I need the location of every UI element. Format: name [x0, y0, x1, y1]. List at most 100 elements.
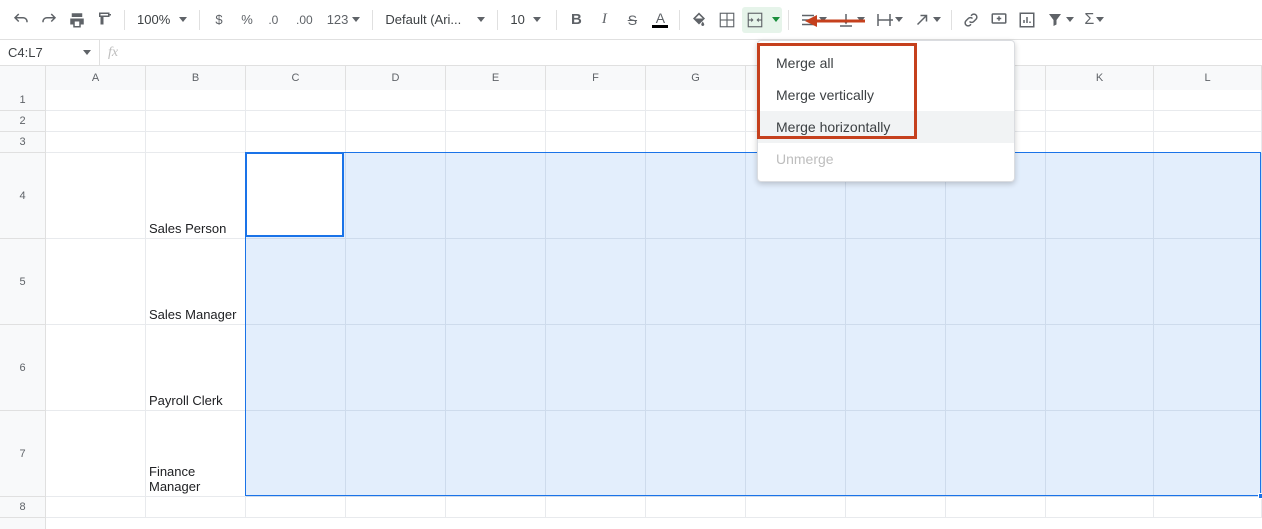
cell[interactable]	[1154, 153, 1262, 239]
paint-format-button[interactable]	[92, 7, 118, 33]
cell[interactable]	[246, 132, 346, 153]
name-box[interactable]: C4:L7	[0, 40, 100, 65]
decrease-decimal-button[interactable]: .0	[262, 7, 288, 33]
column-header[interactable]: G	[646, 66, 746, 90]
cell[interactable]	[146, 111, 246, 132]
cell[interactable]	[546, 325, 646, 411]
cell[interactable]	[1154, 497, 1262, 518]
cell[interactable]	[46, 239, 146, 325]
text-rotation-button[interactable]	[909, 7, 945, 33]
cell[interactable]	[1046, 90, 1154, 111]
cell[interactable]	[946, 325, 1046, 411]
cell[interactable]	[546, 497, 646, 518]
cell[interactable]	[246, 497, 346, 518]
cell[interactable]	[446, 90, 546, 111]
cell[interactable]	[146, 497, 246, 518]
zoom-dropdown[interactable]: 100%	[131, 12, 193, 27]
cell[interactable]	[46, 497, 146, 518]
column-header[interactable]: B	[146, 66, 246, 90]
increase-decimal-button[interactable]: .00	[290, 7, 319, 33]
cell[interactable]	[46, 325, 146, 411]
font-dropdown[interactable]: Default (Ari...	[379, 12, 491, 27]
cell[interactable]	[546, 132, 646, 153]
cell[interactable]	[1046, 497, 1154, 518]
cell[interactable]	[246, 111, 346, 132]
row-header[interactable]: 2	[0, 111, 45, 132]
cell[interactable]	[346, 411, 446, 497]
cell[interactable]: Payroll Clerk	[146, 325, 246, 411]
menu-item[interactable]: Merge horizontally	[758, 111, 1014, 143]
text-wrap-button[interactable]	[871, 7, 907, 33]
cell[interactable]	[1154, 325, 1262, 411]
merge-cells-dropdown[interactable]	[768, 7, 782, 33]
cell[interactable]	[346, 132, 446, 153]
row-header[interactable]: 6	[0, 325, 45, 411]
cell[interactable]: Finance Manager	[146, 411, 246, 497]
formula-input[interactable]	[126, 40, 1262, 65]
column-header[interactable]: L	[1154, 66, 1262, 90]
cell[interactable]	[446, 132, 546, 153]
redo-button[interactable]	[36, 7, 62, 33]
cell[interactable]	[846, 411, 946, 497]
cell[interactable]	[1046, 411, 1154, 497]
cell[interactable]	[846, 325, 946, 411]
cell[interactable]	[446, 497, 546, 518]
text-color-button[interactable]: A	[647, 7, 673, 33]
column-header[interactable]: E	[446, 66, 546, 90]
cell[interactable]	[446, 153, 546, 239]
insert-comment-button[interactable]	[986, 7, 1012, 33]
row-header[interactable]: 8	[0, 497, 45, 518]
cell[interactable]	[846, 497, 946, 518]
row-header[interactable]: 5	[0, 239, 45, 325]
cell[interactable]	[746, 411, 846, 497]
cell[interactable]	[1046, 239, 1154, 325]
column-header[interactable]: C	[246, 66, 346, 90]
vertical-align-button[interactable]	[833, 7, 869, 33]
row-header[interactable]: 7	[0, 411, 45, 497]
cell[interactable]	[246, 90, 346, 111]
cell[interactable]	[846, 239, 946, 325]
cell[interactable]	[1046, 111, 1154, 132]
font-size-dropdown[interactable]: 10	[504, 12, 550, 27]
cell[interactable]	[346, 90, 446, 111]
cell[interactable]	[546, 153, 646, 239]
cell[interactable]	[446, 111, 546, 132]
cell[interactable]	[346, 239, 446, 325]
cell[interactable]: Sales Person	[146, 153, 246, 239]
cell[interactable]	[746, 497, 846, 518]
cell[interactable]	[946, 411, 1046, 497]
cell[interactable]	[1046, 132, 1154, 153]
cell[interactable]	[246, 153, 346, 239]
cell[interactable]	[346, 497, 446, 518]
fill-color-button[interactable]	[686, 7, 712, 33]
row-header[interactable]: 1	[0, 90, 45, 111]
cell[interactable]	[646, 132, 746, 153]
cell[interactable]	[1154, 239, 1262, 325]
cells-area[interactable]: Sales PersonSales ManagerPayroll ClerkFi…	[46, 90, 1262, 529]
cell[interactable]	[46, 132, 146, 153]
column-header[interactable]: F	[546, 66, 646, 90]
cell[interactable]	[146, 90, 246, 111]
cell[interactable]	[546, 90, 646, 111]
column-header[interactable]: D	[346, 66, 446, 90]
cell[interactable]	[246, 411, 346, 497]
cell[interactable]	[646, 325, 746, 411]
menu-item[interactable]: Merge vertically	[758, 79, 1014, 111]
cell[interactable]	[46, 411, 146, 497]
merge-cells-button[interactable]	[742, 7, 768, 33]
cell[interactable]	[546, 239, 646, 325]
cell[interactable]	[346, 325, 446, 411]
cell[interactable]	[646, 153, 746, 239]
horizontal-align-button[interactable]	[795, 7, 831, 33]
menu-item[interactable]: Merge all	[758, 47, 1014, 79]
cell[interactable]	[646, 411, 746, 497]
percent-button[interactable]: %	[234, 7, 260, 33]
cell[interactable]	[946, 497, 1046, 518]
cell[interactable]	[546, 411, 646, 497]
selection-handle[interactable]	[1258, 493, 1262, 499]
cell[interactable]	[346, 153, 446, 239]
cell[interactable]	[1046, 153, 1154, 239]
borders-button[interactable]	[714, 7, 740, 33]
functions-button[interactable]: Σ	[1080, 7, 1108, 33]
cell[interactable]	[446, 325, 546, 411]
